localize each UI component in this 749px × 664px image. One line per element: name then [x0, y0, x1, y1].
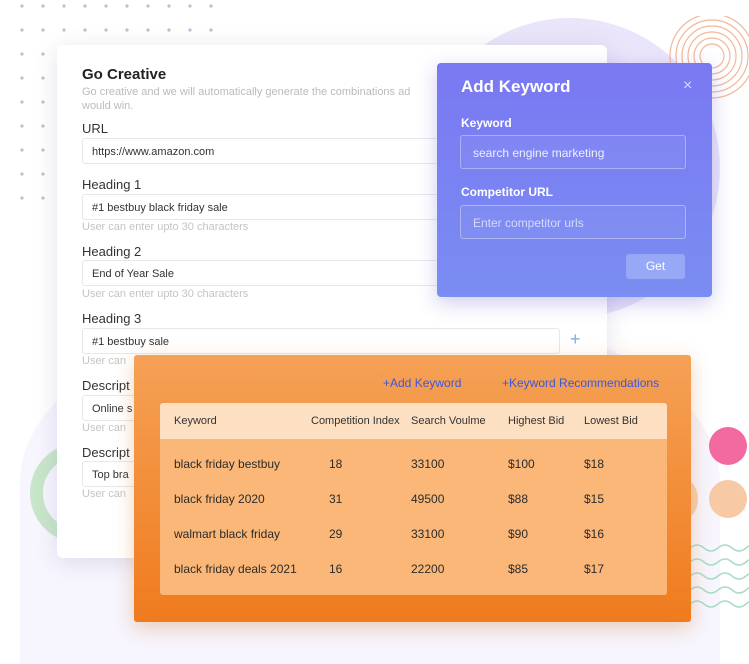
cell-highest-bid: $90 — [508, 527, 529, 541]
cell-competition-index: 31 — [329, 492, 343, 506]
cell-highest-bid: $100 — [508, 457, 535, 471]
get-button[interactable]: Get — [626, 254, 685, 279]
keyword-input[interactable]: search engine marketing — [460, 135, 686, 169]
cell-search-volume: 22200 — [411, 562, 445, 576]
add-heading-plus-icon[interactable]: + — [570, 329, 581, 350]
heading3-hint: User can — [82, 355, 127, 367]
cell-highest-bid: $88 — [508, 492, 529, 506]
cell-keyword: black friday bestbuy — [174, 457, 281, 471]
cell-lowest-bid: $18 — [584, 457, 605, 471]
heading2-label: Heading 2 — [82, 244, 142, 259]
description1-label: Descript — [82, 378, 130, 393]
cell-search-volume: 49500 — [411, 492, 445, 506]
column-header-lowest-bid: Lowest Bid — [584, 415, 638, 427]
keyword-table-card: +Add Keyword +Keyword Recommendations Ke… — [134, 355, 691, 622]
heading3-label: Heading 3 — [82, 311, 142, 326]
column-header-search-volume: Search Voulme — [411, 415, 486, 427]
cell-lowest-bid: $17 — [584, 562, 605, 576]
cell-search-volume: 33100 — [411, 527, 445, 541]
cell-lowest-bid: $15 — [584, 492, 605, 506]
card-subtitle: Go creative and we will automatically ge… — [82, 86, 411, 112]
cell-keyword: black friday 2020 — [174, 492, 265, 506]
wave-lines-decoration — [690, 544, 749, 608]
description2-label: Descript — [82, 445, 130, 460]
cell-keyword: walmart black friday — [174, 527, 281, 541]
heading3-input[interactable]: #1 bestbuy sale — [82, 328, 560, 354]
close-icon[interactable]: × — [683, 77, 692, 95]
add-keyword-link[interactable]: +Add Keyword — [383, 376, 461, 390]
keyword-table: Keyword Competition Index Search Voulme … — [160, 403, 667, 595]
url-label: URL — [82, 121, 109, 136]
column-header-keyword: Keyword — [174, 415, 217, 427]
cell-highest-bid: $85 — [508, 562, 529, 576]
cell-competition-index: 29 — [329, 527, 343, 541]
keyword-recommendations-link[interactable]: +Keyword Recommendations — [502, 376, 659, 390]
cell-search-volume: 33100 — [411, 457, 445, 471]
dialog-title: Add Keyword — [461, 77, 571, 96]
card-title: Go Creative — [82, 66, 167, 83]
heading1-hint: User can enter upto 30 characters — [82, 221, 249, 233]
heading1-label: Heading 1 — [82, 177, 142, 192]
table-header: Keyword Competition Index Search Voulme … — [160, 403, 667, 439]
description1-hint: User can — [82, 422, 127, 434]
competitor-url-input[interactable]: Enter competitor urls — [460, 205, 686, 239]
cell-keyword: black friday deals 2021 — [174, 562, 297, 576]
cell-competition-index: 16 — [329, 562, 343, 576]
cell-competition-index: 18 — [329, 457, 343, 471]
description2-hint: User can — [82, 488, 127, 500]
heading2-hint: User can enter upto 30 characters — [82, 288, 249, 300]
competitor-url-label: Competitor URL — [461, 185, 553, 199]
add-keyword-dialog: Add Keyword × Keyword search engine mark… — [437, 63, 712, 297]
column-header-competition-index: Competition Index — [311, 415, 400, 427]
keyword-label: Keyword — [461, 116, 512, 130]
pink-circle-decoration — [709, 427, 747, 465]
column-header-highest-bid: Highest Bid — [508, 415, 565, 427]
cell-lowest-bid: $16 — [584, 527, 605, 541]
peach-circle-decoration — [709, 480, 747, 518]
